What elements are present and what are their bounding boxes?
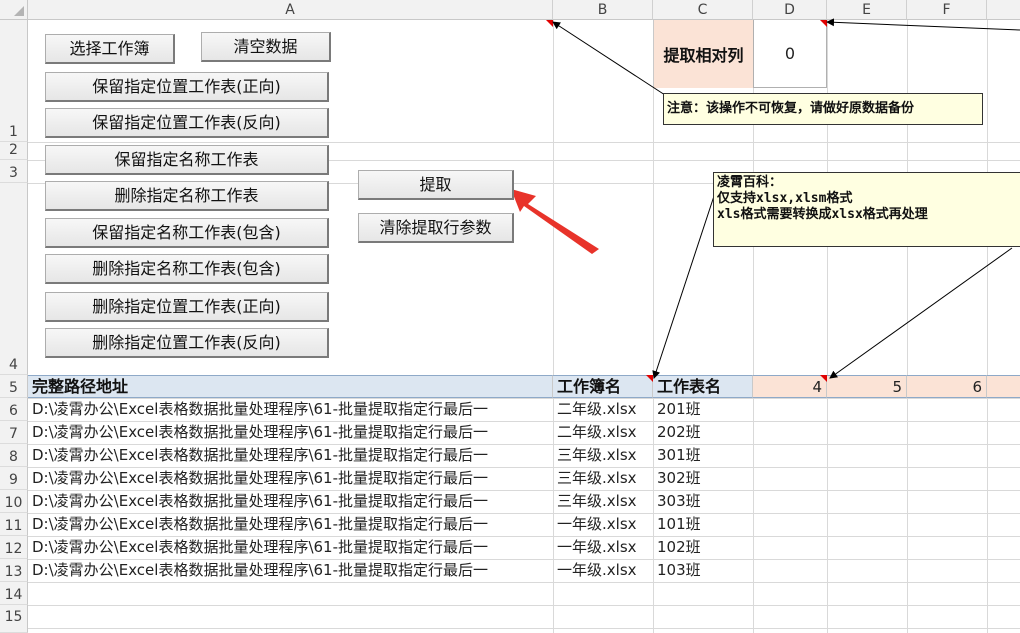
clear-extract-params-button[interactable]: 清除提取行参数 — [358, 213, 514, 243]
select-workbook-button[interactable]: 选择工作簿 — [45, 34, 175, 64]
info-note-line: 凌霄百科： — [717, 175, 783, 190]
delete-named-sheets-contains-button[interactable]: 删除指定名称工作表(包含) — [45, 254, 329, 284]
info-connector — [652, 189, 717, 379]
warning-note: 注意：该操作不可恢复，请做好原数据备份 — [663, 93, 983, 125]
warning-connector — [826, 18, 1020, 31]
info-note-line: 仅支持xlsx,xlsm格式 — [717, 191, 853, 206]
keep-named-sheets-contains-button[interactable]: 保留指定名称工作表(包含) — [45, 218, 329, 248]
red-arrow-annotation — [511, 189, 599, 254]
info-note-line: xls格式需要转换成xlsx格式再处理 — [717, 207, 928, 222]
info-connector — [829, 247, 1013, 379]
extract-button[interactable]: 提取 — [358, 170, 514, 200]
keep-position-sheets-reverse-button[interactable]: 保留指定位置工作表(反向) — [45, 108, 329, 138]
spreadsheet[interactable]: A B C D E F 1 2 3 4 5 6 7 8 9 10 11 12 1… — [0, 0, 1020, 633]
delete-position-sheets-forward-button[interactable]: 删除指定位置工作表(正向) — [45, 292, 329, 322]
keep-named-sheets-button[interactable]: 保留指定名称工作表 — [45, 145, 329, 175]
delete-position-sheets-reverse-button[interactable]: 删除指定位置工作表(反向) — [45, 328, 329, 358]
clear-data-button[interactable]: 清空数据 — [201, 32, 331, 62]
warning-connector — [552, 21, 666, 96]
delete-named-sheets-button[interactable]: 删除指定名称工作表 — [45, 181, 329, 211]
info-note: 凌霄百科： 仅支持xlsx,xlsm格式 xls格式需要转换成xlsx格式再处理 — [713, 172, 1020, 247]
keep-position-sheets-forward-button[interactable]: 保留指定位置工作表(正向) — [45, 72, 329, 102]
